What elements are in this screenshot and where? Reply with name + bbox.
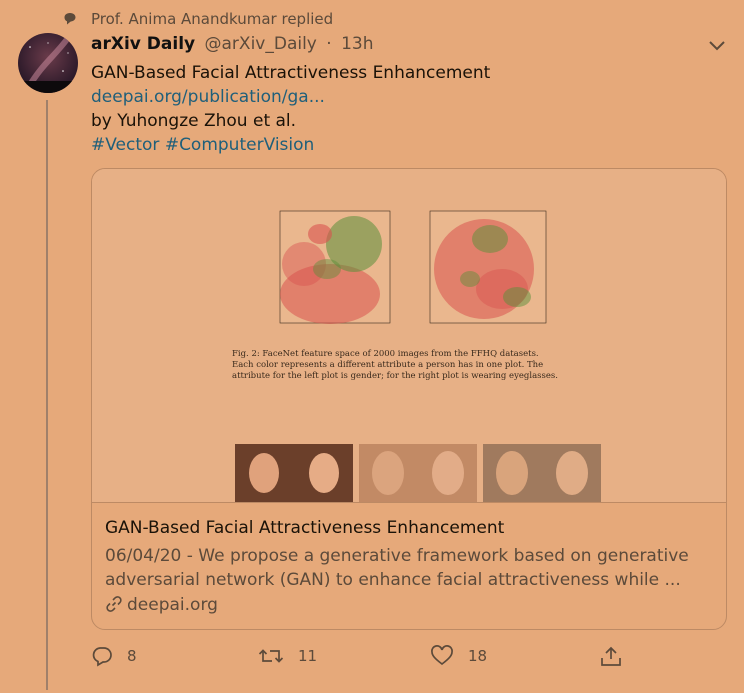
- card-title[interactable]: GAN-Based Facial Attractiveness Enhancem…: [105, 518, 504, 538]
- retweet-button[interactable]: 11: [258, 644, 317, 668]
- tweet-text-authors: by Yuhongze Zhou et al.: [91, 111, 297, 131]
- card-image: Fig. 2: FaceNet feature space of 2000 im…: [92, 169, 726, 502]
- figure-image: [235, 210, 601, 502]
- face-thumbnails: [235, 444, 601, 502]
- retweet-count: 11: [298, 647, 318, 665]
- share-icon: [601, 646, 621, 666]
- scatter-plot-right: [429, 210, 547, 324]
- avatar[interactable]: [18, 33, 78, 93]
- share-button[interactable]: [599, 644, 637, 668]
- link-card[interactable]: Fig. 2: FaceNet feature space of 2000 im…: [91, 168, 727, 630]
- author-name[interactable]: arXiv Daily: [91, 34, 195, 54]
- thread-line: [46, 100, 48, 690]
- reply-count: 8: [127, 647, 137, 665]
- retweet-icon: [258, 649, 284, 663]
- reply-context: Prof. Anima Anandkumar replied: [91, 10, 334, 28]
- tweet-text-title: GAN-Based Facial Attractiveness Enhancem…: [91, 63, 491, 83]
- card-domain-text: deepai.org: [127, 595, 218, 615]
- card-domain[interactable]: deepai.org: [105, 595, 218, 615]
- reply-bubble-icon: [64, 13, 76, 25]
- author-handle[interactable]: @arXiv_Daily: [205, 34, 317, 54]
- tweet-header: arXiv Daily @arXiv_Daily · 13h: [91, 34, 374, 54]
- like-button[interactable]: 18: [430, 644, 487, 668]
- reply-button[interactable]: 8: [91, 644, 137, 668]
- card-description: 06/04/20 - We propose a generative frame…: [105, 546, 689, 590]
- scatter-plot-left: [279, 210, 391, 324]
- link-icon: [106, 596, 122, 612]
- card-divider: [92, 502, 726, 503]
- timestamp[interactable]: 13h: [341, 34, 373, 54]
- heart-icon: [431, 645, 453, 666]
- chevron-down-icon[interactable]: [706, 38, 728, 54]
- like-count: 18: [468, 647, 488, 665]
- separator: ·: [326, 34, 332, 54]
- tweet-link[interactable]: deepai.org/publication/ga...: [91, 85, 325, 109]
- tweet-hashtags[interactable]: #Vector #ComputerVision: [91, 133, 314, 157]
- figure-caption: Fig. 2: FaceNet feature space of 2000 im…: [232, 349, 558, 381]
- reply-icon: [92, 647, 112, 667]
